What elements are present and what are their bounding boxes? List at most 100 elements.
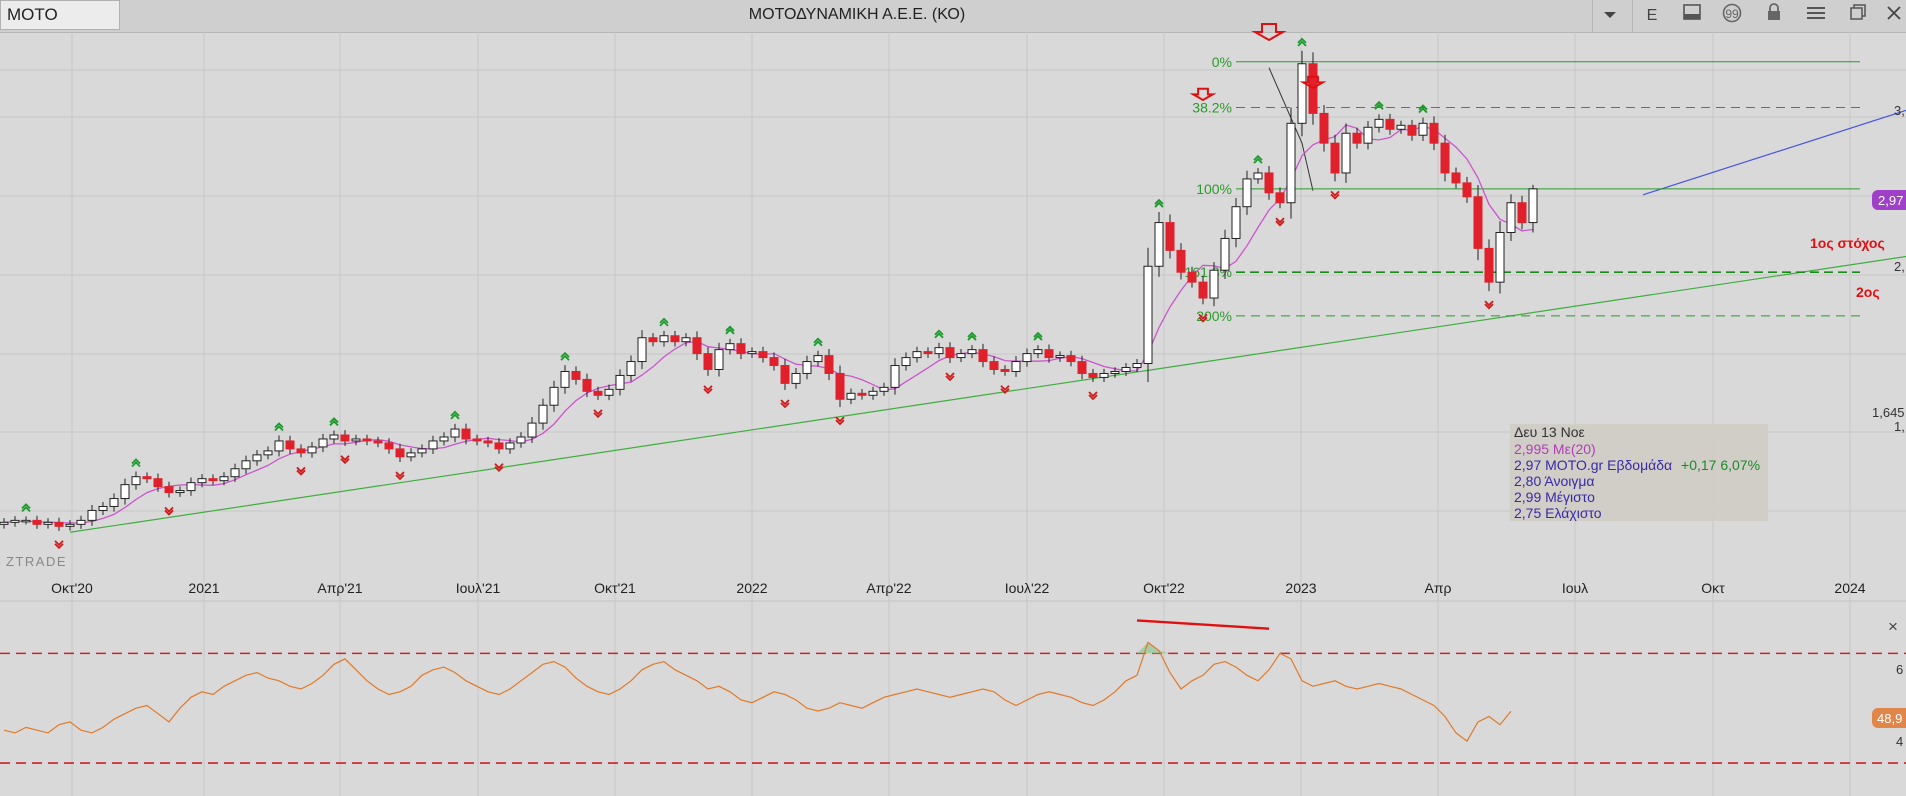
candle — [0, 518, 9, 529]
candle-down-body — [582, 378, 592, 392]
grid-lines — [0, 32, 1906, 796]
candle — [65, 520, 75, 531]
time-axis-label: 2023 — [1285, 580, 1316, 596]
candle — [1066, 350, 1076, 367]
swing-low-marker — [340, 455, 350, 465]
time-axis-label: Απρ'21 — [317, 580, 362, 596]
candle-up-body — [450, 428, 460, 438]
candle-up-body — [934, 347, 944, 355]
candle — [1330, 134, 1340, 182]
candle — [208, 474, 218, 485]
current-price-label: 2,97 — [1878, 193, 1903, 208]
ma20-line — [3, 124, 1534, 524]
candle — [1407, 119, 1417, 141]
candle — [593, 386, 603, 400]
candle — [1341, 123, 1351, 183]
candle-up-body — [725, 343, 735, 351]
candle-up-body — [307, 446, 317, 454]
candle-up-body — [252, 454, 262, 462]
candle — [1033, 345, 1043, 359]
rsi-indicator — [0, 619, 1906, 764]
candle — [560, 365, 570, 394]
swing-low-marker — [54, 540, 64, 550]
swing-high-marker — [1418, 104, 1428, 114]
swing-low-marker — [703, 385, 713, 395]
divergence-line — [1136, 619, 1270, 630]
candle-down-body — [978, 349, 988, 363]
candle-up-body — [1374, 118, 1384, 128]
candle — [1154, 212, 1164, 277]
candle — [780, 358, 790, 391]
candle-down-body — [285, 440, 295, 450]
time-axis-label: 2024 — [1834, 580, 1865, 596]
candle — [252, 449, 262, 466]
candle-up-body — [1341, 132, 1351, 174]
candle-down-body — [1000, 368, 1010, 372]
time-axis-label: Οκτ'22 — [1143, 580, 1185, 596]
indicator-axis-label: 4 — [1896, 734, 1903, 749]
candle — [516, 432, 526, 448]
swing-markers — [21, 23, 1494, 550]
candle-up-body — [87, 509, 97, 521]
candle — [1473, 185, 1483, 261]
candle — [1055, 351, 1065, 362]
candle-down-body — [472, 438, 482, 442]
swing-high-marker — [1253, 154, 1263, 164]
candle-up-body — [505, 442, 515, 450]
candle — [703, 347, 713, 376]
candle-down-body — [1517, 202, 1527, 224]
candle-up-body — [318, 438, 328, 448]
swing-low-marker — [164, 506, 174, 516]
candle — [1319, 104, 1329, 152]
candle — [1099, 368, 1109, 382]
candle — [1506, 194, 1516, 241]
candle-up-body — [1396, 124, 1406, 130]
swing-low-marker — [395, 471, 405, 481]
candle — [417, 444, 427, 458]
swing-high-marker — [813, 337, 823, 347]
price-axis-label: 3, — [1894, 103, 1905, 118]
candle-up-body — [21, 519, 31, 523]
swing-high-marker — [725, 325, 735, 335]
candle — [857, 389, 867, 400]
candle-up-body — [1242, 178, 1252, 208]
candle — [1143, 247, 1153, 383]
info-high: 2,99 Μέγιστο — [1514, 489, 1595, 505]
price-axis-label: 2, — [1894, 259, 1905, 274]
candle-down-body — [1165, 222, 1175, 251]
candle — [527, 417, 537, 444]
candle-up-body — [846, 392, 856, 400]
candle — [736, 338, 746, 360]
arrow-down-annotation — [1251, 23, 1287, 42]
candle-down-body — [1066, 355, 1076, 363]
arrow-down-annotation — [1189, 87, 1217, 102]
candle — [1462, 176, 1472, 203]
candle-down-body — [1440, 142, 1450, 174]
candle-down-body — [945, 347, 955, 359]
candle — [648, 333, 658, 347]
price-chart[interactable]: 0%38.2%100%161.8%200% 3, 2, 1,645 1, 2,9… — [0, 0, 1906, 796]
swing-high-marker — [274, 422, 284, 432]
candle-down-body — [1176, 249, 1186, 273]
watermark: ZTRADE — [6, 554, 67, 569]
candle-up-body — [1209, 269, 1219, 299]
candle-up-body — [1418, 122, 1428, 136]
swing-low-marker — [296, 466, 306, 476]
time-axis-label: Οκτ'21 — [594, 580, 636, 596]
candle — [989, 356, 999, 375]
candle — [21, 516, 31, 525]
indicator-close-icon[interactable]: × — [1888, 617, 1898, 636]
candle-down-body — [142, 476, 152, 480]
candle-down-body — [593, 390, 603, 396]
candle-down-body — [1451, 172, 1461, 184]
candle-up-body — [1528, 188, 1538, 224]
candle — [296, 444, 306, 458]
candle — [835, 365, 845, 408]
candle-up-body — [406, 452, 416, 458]
candle-up-body — [560, 370, 570, 388]
candle-down-body — [461, 428, 471, 440]
time-axis-label: Οκτ'20 — [51, 580, 93, 596]
candle-up-body — [109, 498, 119, 507]
candle-down-body — [54, 521, 64, 527]
info-close-line: 2,97 MOTO.gr Εβδομάδα +0,17 6,07% — [1514, 457, 1760, 473]
